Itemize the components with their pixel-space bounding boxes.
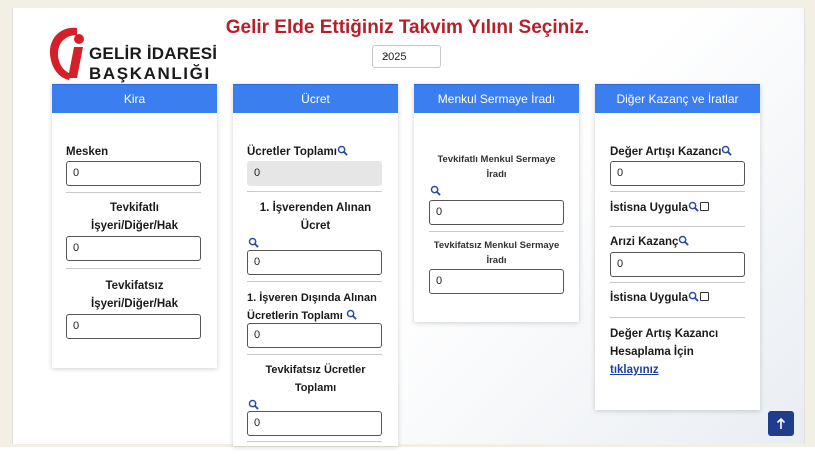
kira-card: Kira Mesken 0 Tevkifatlı İşyeri/Diğer/Ha… bbox=[52, 84, 217, 368]
disinda-label-line2: Ücretlerin Toplamı bbox=[247, 310, 343, 322]
ucret-tevkifatsiz-label-line1: Tevkifatsız Ücretler bbox=[265, 364, 366, 376]
ucretler-toplami-input: 0 bbox=[247, 161, 382, 186]
search-icon[interactable] bbox=[337, 145, 348, 156]
gib-logo-icon bbox=[49, 27, 84, 81]
menkul-tevkifatsiz-label-line1: Tevkifatsız Menkul Sermaye bbox=[433, 240, 560, 251]
ucret-card: Ücret Ücretler Toplamı 0 1. İşverenden A… bbox=[233, 84, 398, 446]
search-icon[interactable] bbox=[346, 309, 357, 320]
arizi-kazanc-input[interactable]: 0 bbox=[610, 252, 745, 277]
ucret-tevkifatsiz-label-line2: Toplamı bbox=[294, 382, 337, 394]
search-icon[interactable] bbox=[248, 237, 259, 248]
year-select[interactable]: 2025 ⌄ bbox=[372, 45, 441, 68]
search-icon[interactable] bbox=[678, 235, 690, 246]
hesaplama-line2: Hesaplama İçin bbox=[610, 346, 694, 358]
menkul-tevkifatli-input[interactable]: 0 bbox=[429, 200, 564, 225]
divider bbox=[247, 191, 382, 192]
isveren-label: 1. İşverenden Alınan Ücret bbox=[243, 199, 388, 235]
divider bbox=[610, 191, 745, 192]
menkul-tevkifatli-label-line2: İradı bbox=[486, 169, 507, 180]
diger-card-header: Diğer Kazanç ve İratlar bbox=[595, 84, 760, 113]
menkul-tevkifatsiz-label: Tevkifatsız Menkul Sermaye İradı bbox=[424, 238, 569, 268]
kira-tevkifatsiz-label-line1: Tevkifatsız bbox=[105, 280, 164, 292]
mesken-input[interactable]: 0 bbox=[66, 161, 201, 186]
ucret-card-header: Ücret bbox=[233, 84, 398, 113]
menkul-card: Menkul Sermaye İradı Tevkifatlı Menkul S… bbox=[414, 84, 579, 322]
kira-tevkifatli-label-line1: Tevkifatlı bbox=[110, 202, 159, 214]
hesaplama-line1: Değer Artış Kazancı bbox=[610, 328, 719, 340]
logo-text-line1: GELİR İDARESİ bbox=[89, 44, 218, 63]
arizi-kazanc-label: Arızi Kazanç bbox=[610, 233, 690, 251]
ucret-tevkifatsiz-input[interactable]: 0 bbox=[247, 411, 382, 436]
kira-tevkifatsiz-label: Tevkifatsız İşyeri/Diğer/Hak bbox=[62, 277, 207, 313]
search-icon[interactable] bbox=[430, 185, 441, 196]
divider bbox=[610, 317, 745, 318]
menkul-tevkifatli-label: Tevkifatlı Menkul Sermaye İradı bbox=[424, 152, 569, 182]
menkul-tevkifatli-label-line1: Tevkifatlı Menkul Sermaye bbox=[437, 154, 556, 165]
istisna-checkbox-2[interactable] bbox=[699, 292, 709, 301]
menkul-card-header: Menkul Sermaye İradı bbox=[414, 84, 579, 113]
bottom-strip bbox=[0, 447, 815, 458]
istisna-uygula-1-text: İstisna Uygula bbox=[610, 202, 688, 214]
divider bbox=[66, 192, 201, 193]
arrow-up-icon bbox=[776, 417, 786, 429]
search-icon[interactable] bbox=[721, 145, 733, 156]
disinda-label: 1. İşveren Dışında Alınan Ücretlerin Top… bbox=[247, 289, 392, 325]
disinda-input[interactable]: 0 bbox=[247, 323, 382, 348]
istisna-uygula-2: İstisna Uygula bbox=[610, 289, 709, 307]
search-icon[interactable] bbox=[688, 291, 699, 302]
chevron-down-icon: ⌄ bbox=[382, 49, 391, 60]
mesken-label: Mesken bbox=[66, 146, 109, 158]
isveren-label-line2: Ücret bbox=[300, 220, 331, 232]
isveren-label-line1: 1. İşverenden Alınan bbox=[259, 202, 372, 214]
divider bbox=[429, 231, 564, 232]
deger-artisi-input[interactable]: 0 bbox=[610, 161, 745, 186]
divider bbox=[247, 281, 382, 282]
search-icon[interactable] bbox=[688, 201, 699, 212]
scroll-to-top-button[interactable] bbox=[768, 411, 794, 436]
isveren-input[interactable]: 0 bbox=[247, 250, 382, 275]
ucret-tevkifatsiz-label: Tevkifatsız Ücretler Toplamı bbox=[243, 361, 388, 397]
search-icon[interactable] bbox=[248, 399, 259, 410]
deger-artisi-label: Değer Artışı Kazancı bbox=[610, 143, 733, 161]
divider bbox=[610, 282, 745, 283]
kira-tevkifatsiz-input[interactable]: 0 bbox=[66, 314, 201, 339]
ucretler-toplami-text: Ücretler Toplamı bbox=[247, 146, 337, 158]
hesaplama-link[interactable]: tıklayınız bbox=[610, 364, 659, 376]
istisna-uygula-1: İstisna Uygula bbox=[610, 199, 709, 217]
kira-card-header: Kira bbox=[52, 84, 217, 113]
kira-tevkifatli-label-line2: İşyeri/Diğer/Hak bbox=[91, 220, 178, 232]
divider bbox=[247, 441, 382, 442]
kira-tevkifatsiz-label-line2: İşyeri/Diğer/Hak bbox=[91, 298, 178, 310]
menkul-tevkifatsiz-input[interactable]: 0 bbox=[429, 269, 564, 294]
kira-tevkifatli-label: Tevkifatlı İşyeri/Diğer/Hak bbox=[62, 199, 207, 235]
diger-card: Diğer Kazanç ve İratlar Değer Artışı Kaz… bbox=[595, 84, 760, 410]
divider bbox=[610, 226, 745, 227]
ucretler-toplami-label: Ücretler Toplamı bbox=[247, 143, 348, 161]
logo-text-line2: BAŞKANLIĞI bbox=[89, 64, 211, 83]
istisna-uygula-2-text: İstisna Uygula bbox=[610, 292, 688, 304]
divider bbox=[247, 354, 382, 355]
istisna-checkbox-1[interactable] bbox=[699, 202, 709, 211]
divider bbox=[66, 268, 201, 269]
hesaplama-info: Değer Artış Kazancı Hesaplama İçin tıkla… bbox=[610, 325, 755, 379]
menkul-tevkifatsiz-label-line2: İradı bbox=[486, 255, 507, 266]
arizi-kazanc-text: Arızi Kazanç bbox=[610, 236, 679, 248]
deger-artisi-text: Değer Artışı Kazancı bbox=[610, 146, 722, 158]
gib-logo: GELİR İDARESİ BAŞKANLIĞI bbox=[47, 24, 222, 84]
kira-tevkifatli-input[interactable]: 0 bbox=[66, 236, 201, 261]
disinda-label-line1: 1. İşveren Dışında Alınan bbox=[247, 292, 377, 304]
